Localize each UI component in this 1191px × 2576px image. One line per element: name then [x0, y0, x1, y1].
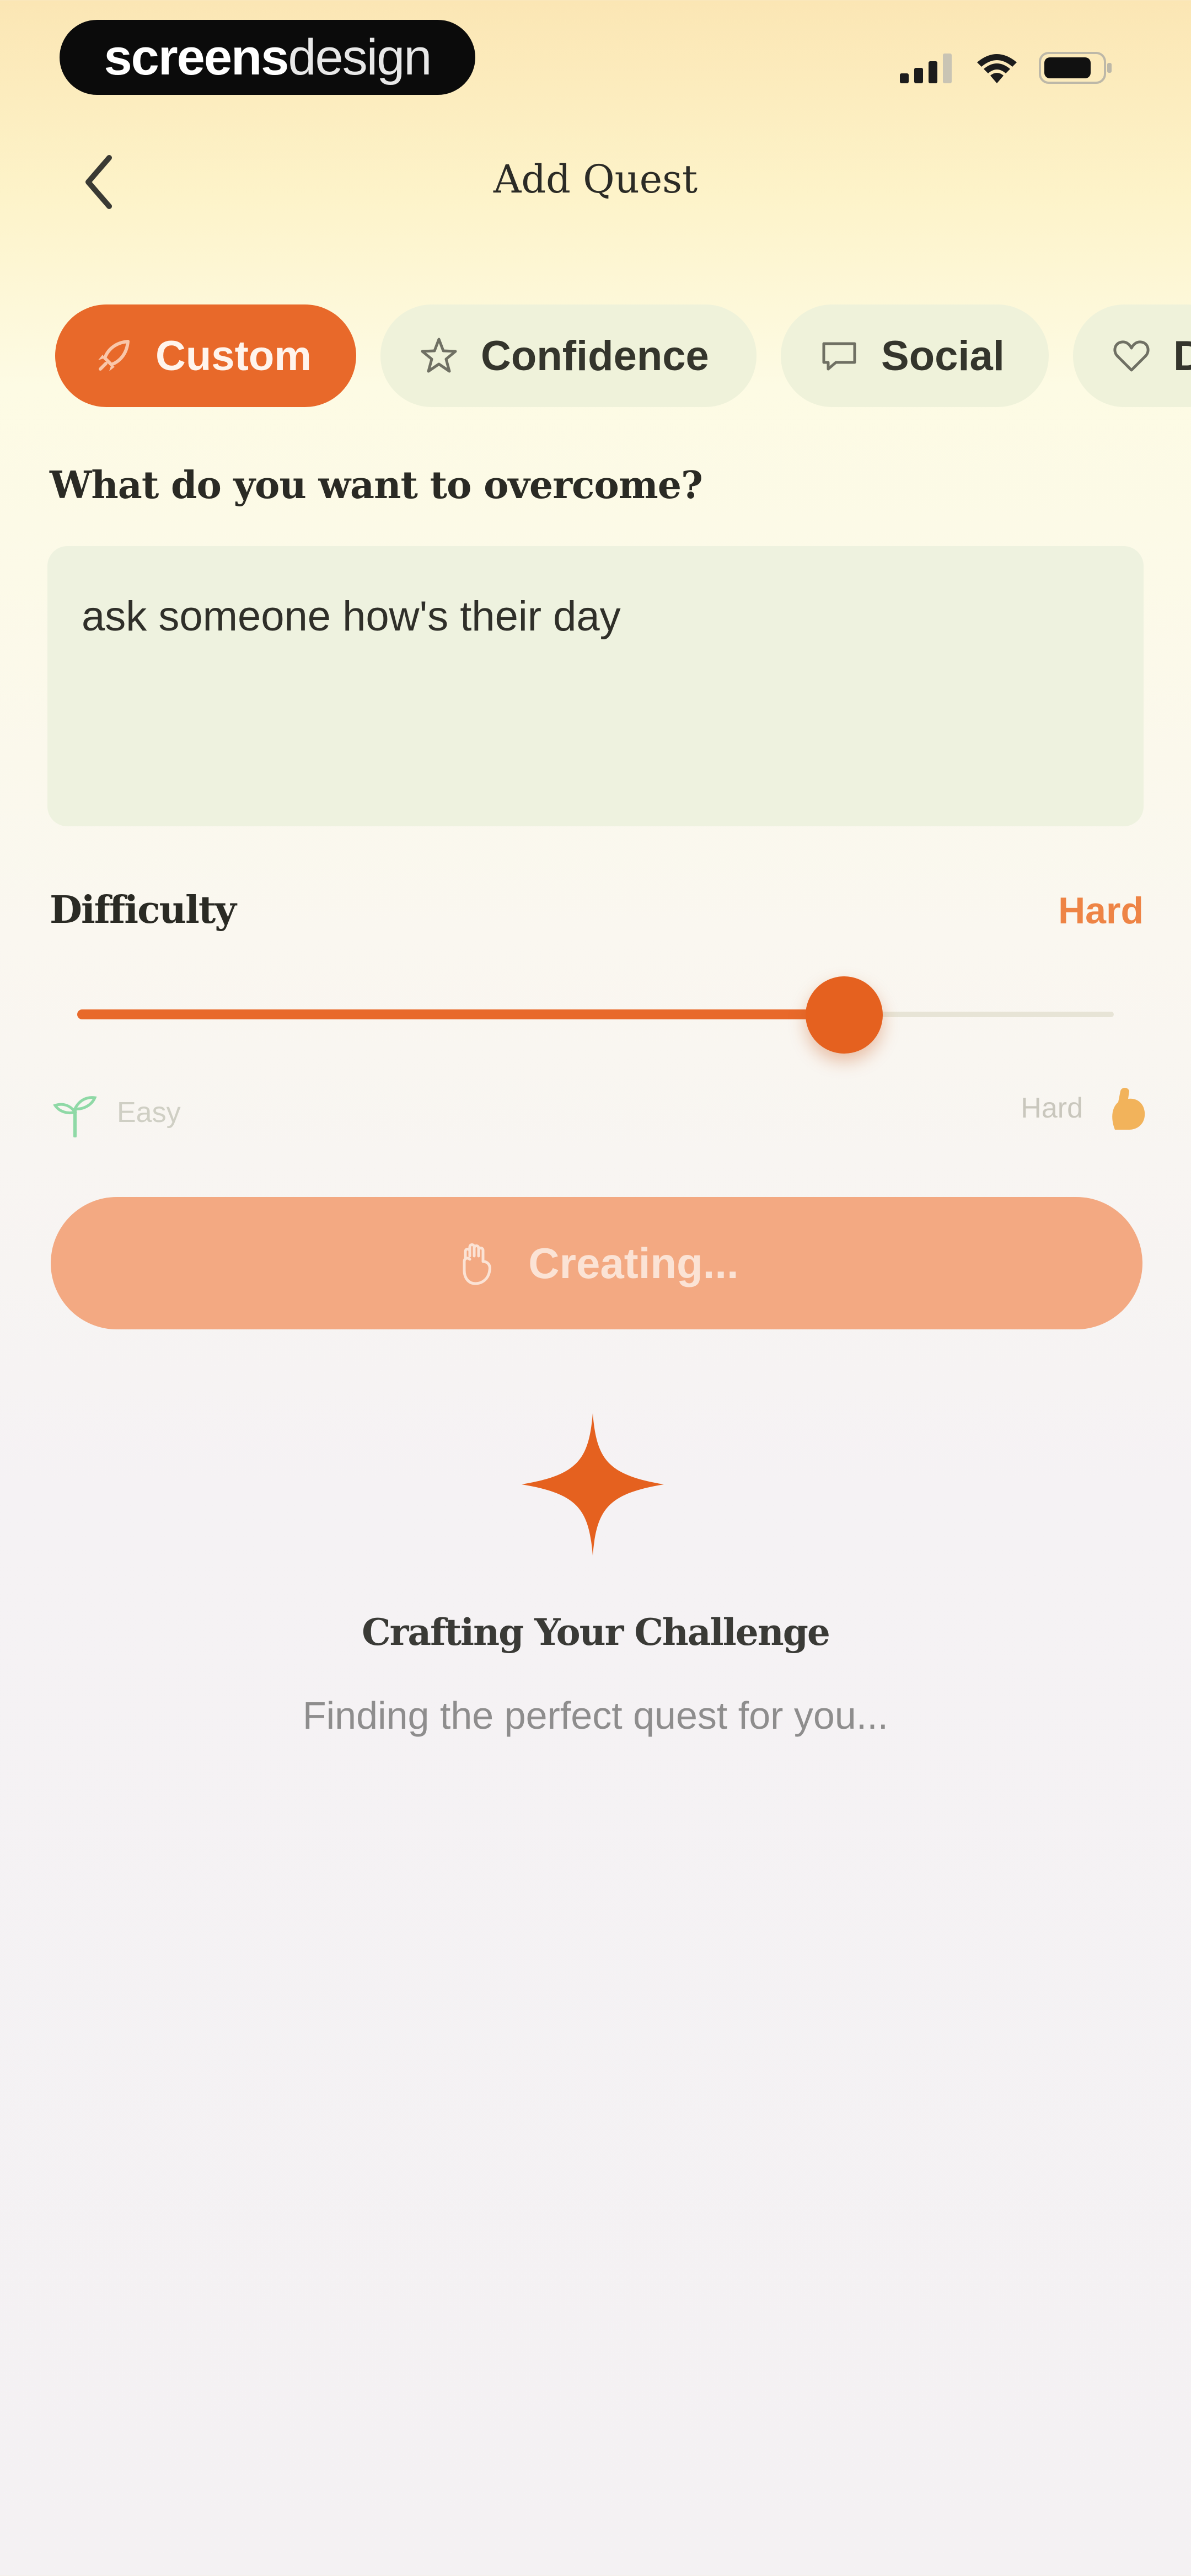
- screensdesign-badge: screens design: [60, 20, 475, 95]
- status-icons: [900, 49, 1114, 87]
- slider-fill: [77, 1009, 845, 1019]
- star-icon: [419, 336, 459, 376]
- flexed-arm-icon: [1112, 1088, 1145, 1130]
- creating-button[interactable]: Creating...: [51, 1197, 1142, 1329]
- chip-custom[interactable]: Custom: [55, 304, 356, 407]
- chip-social[interactable]: Social: [781, 304, 1049, 407]
- chip-label: Social: [881, 332, 1005, 380]
- chip-label: Custom: [155, 332, 312, 380]
- question-label: What do you want to overcome?: [50, 463, 703, 507]
- heart-icon: [1112, 336, 1151, 376]
- loading-title: Crafting Your Challenge: [362, 1611, 830, 1654]
- answer-text: ask someone how's their day: [82, 593, 621, 640]
- chip-partial[interactable]: D: [1073, 304, 1191, 407]
- loading-subtitle: Finding the perfect quest for you...: [302, 1694, 889, 1737]
- scale-min: Easy: [53, 1088, 181, 1137]
- chip-label: D: [1173, 332, 1191, 380]
- difficulty-slider[interactable]: [77, 971, 1114, 1059]
- scale-max-label: Hard: [1021, 1092, 1083, 1124]
- wifi-icon: [977, 54, 1017, 83]
- brand-light-text: design: [288, 29, 432, 85]
- chip-confidence[interactable]: Confidence: [380, 304, 757, 407]
- sparkle-icon: [522, 1413, 664, 1556]
- rocket-icon: [94, 336, 133, 376]
- cellular-signal-icon: [900, 54, 952, 83]
- category-chips: Custom Confidence Social D: [55, 304, 1191, 407]
- difficulty-value: Hard: [1058, 890, 1144, 932]
- page-title: Add Quest: [493, 157, 698, 202]
- chat-icon: [819, 336, 859, 376]
- fist-icon: [463, 1243, 492, 1285]
- scale-min-label: Easy: [117, 1097, 181, 1129]
- slider-thumb[interactable]: [806, 976, 883, 1054]
- scale-max: Hard: [1021, 1086, 1148, 1131]
- answer-input[interactable]: ask someone how's their day: [47, 546, 1144, 826]
- brand-bold-text: screens: [104, 29, 289, 85]
- difficulty-label: Difficulty: [50, 888, 237, 932]
- sprout-icon: [53, 1096, 97, 1137]
- chip-label: Confidence: [481, 332, 709, 380]
- creating-button-label: Creating...: [528, 1238, 739, 1287]
- battery-icon: [1039, 52, 1112, 84]
